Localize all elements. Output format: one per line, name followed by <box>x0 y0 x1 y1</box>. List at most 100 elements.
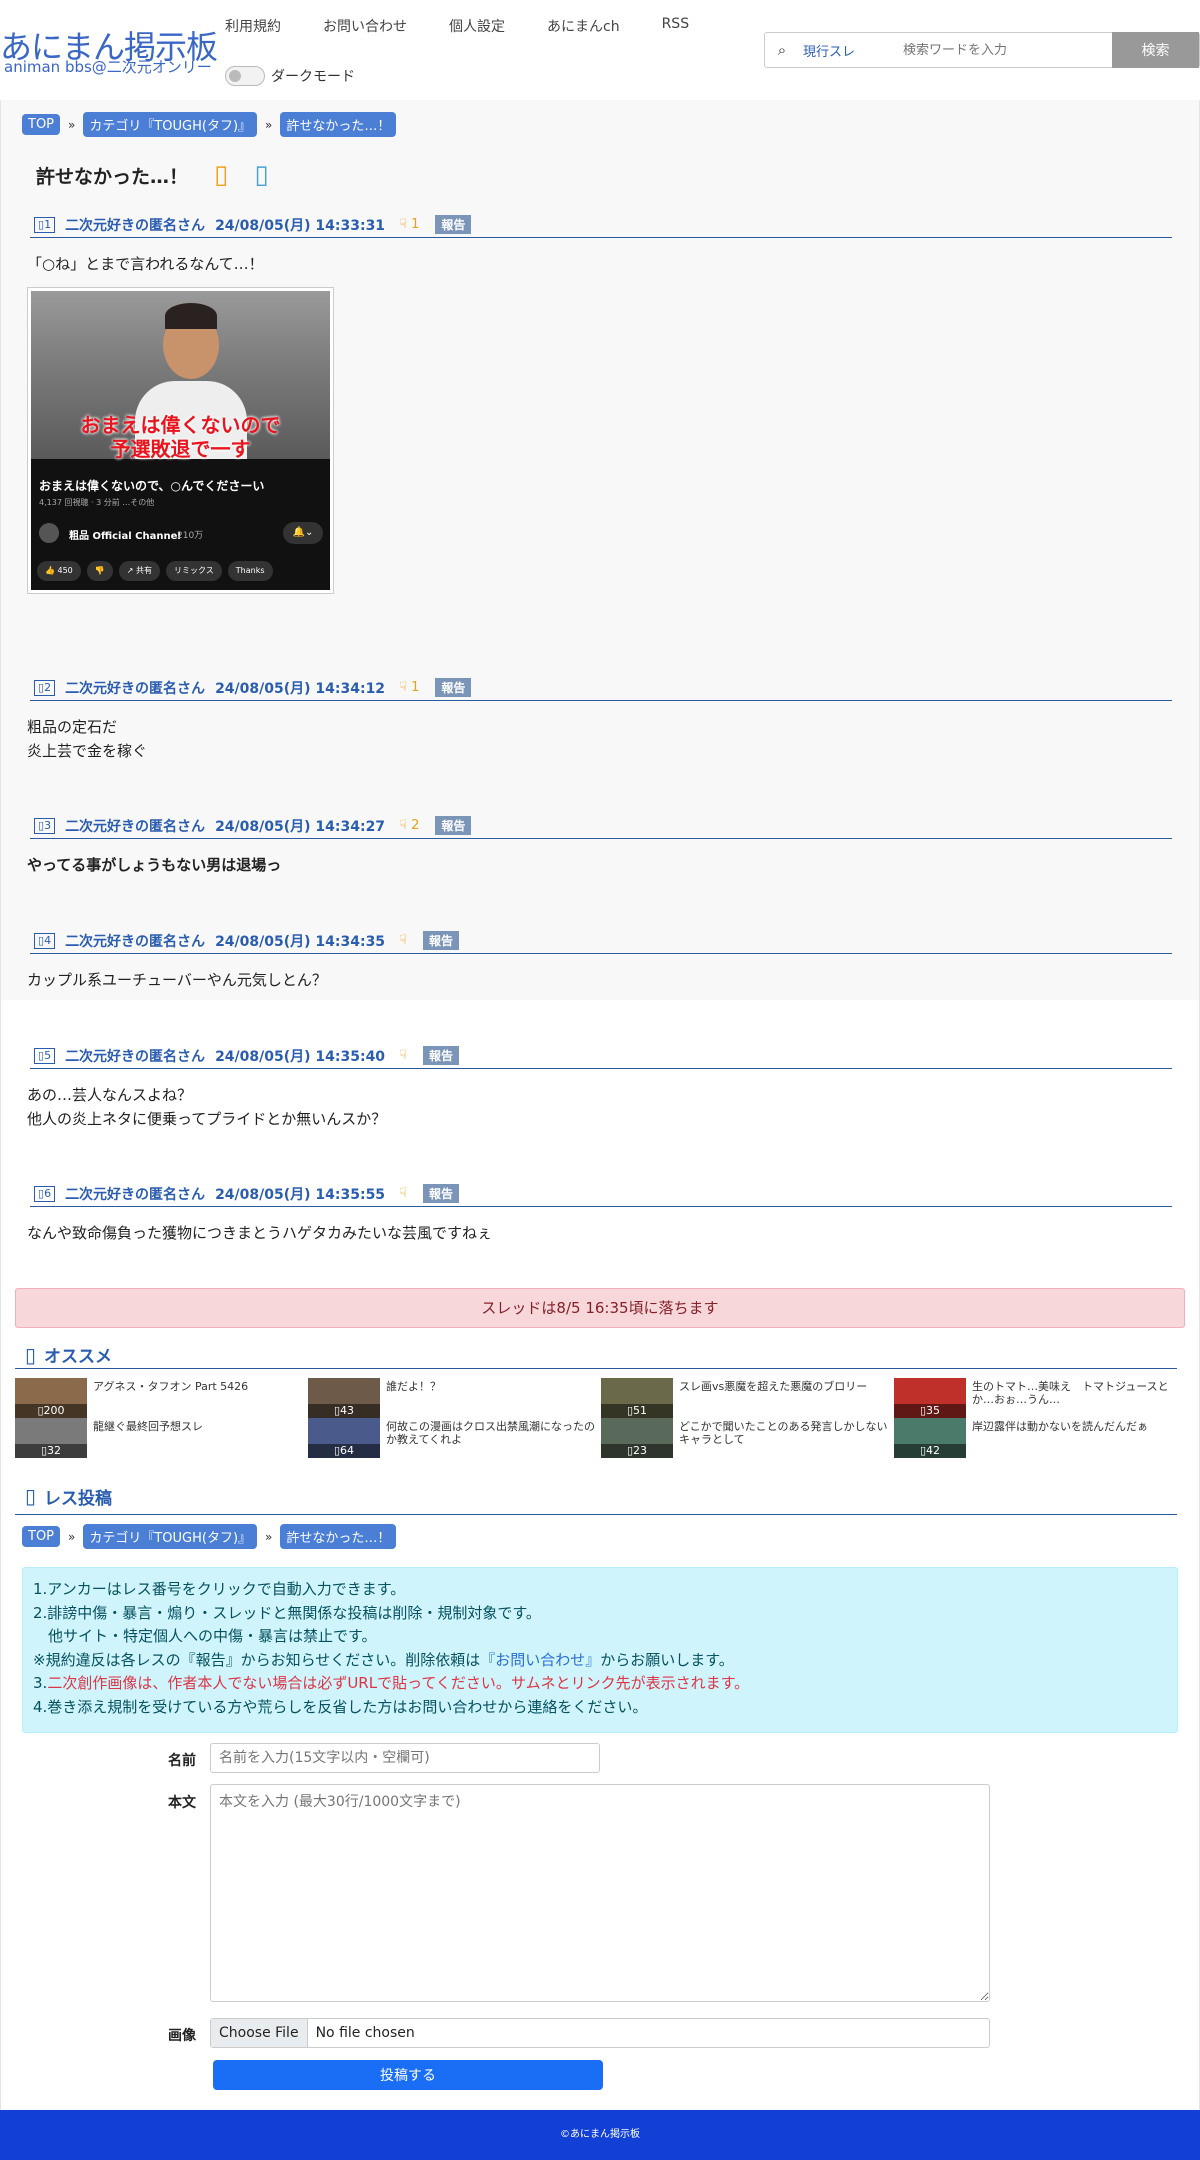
report-button[interactable]: 報告 <box>435 816 472 835</box>
image-file-input[interactable]: Choose File No file chosen <box>210 2018 990 2048</box>
share-icon[interactable]: ▯ <box>254 160 268 190</box>
nav-contact[interactable]: お問い合わせ <box>323 16 407 36</box>
breadcrumb: TOP » カテゴリ『TOUGH(タフ)』 » 許せなかった…！ <box>22 112 397 137</box>
good-button[interactable]: ☟ 1 <box>399 217 419 232</box>
post-image-thumbnail[interactable]: おまえは偉くないので 予選敗退で一す おまえは偉くないので、○んでくださーい 4… <box>27 287 334 594</box>
choose-file-button[interactable]: Choose File <box>211 2019 308 2047</box>
rule-text: 1.アンカーはレス番号をクリックで自動入力できます。 <box>33 1580 406 1598</box>
post-author: 二次元好きの匿名さん <box>65 217 206 234</box>
post-body-line: 炎上芸で金を稼ぐ <box>27 742 148 760</box>
dark-mode-toggle[interactable]: ダークモード <box>225 66 355 86</box>
post-number[interactable]: ▯2 <box>34 679 56 696</box>
breadcrumb-top[interactable]: TOP <box>22 1526 61 1547</box>
recommend-icon: ▯ <box>25 1342 37 1367</box>
breadcrumb-category[interactable]: カテゴリ『TOUGH(タフ)』 <box>83 112 258 137</box>
recommend-title: どこかで聞いたことのある発言しかしないキャラとして <box>679 1420 888 1446</box>
breadcrumb-bottom: TOP » カテゴリ『TOUGH(タフ)』 » 許せなかった…！ <box>22 1524 397 1549</box>
post-number[interactable]: ▯6 <box>34 1185 56 1202</box>
submit-button[interactable]: 投稿する <box>213 2060 603 2090</box>
post-body: 粗品の定石だ 炎上芸で金を稼ぐ <box>27 715 147 763</box>
nav-rss[interactable]: RSS <box>662 16 690 36</box>
report-button[interactable]: 報告 <box>422 1184 459 1203</box>
dark-mode-switch[interactable] <box>225 66 265 86</box>
good-button[interactable]: ☟ 1 <box>399 680 419 695</box>
thumbnail-like: 👍 450 <box>37 561 81 581</box>
recommend-item[interactable]: ▯35 生のトマト…美味え トマトジュースとか…おぉ…うん… <box>894 1378 1184 1418</box>
thumbnail-person-hair <box>165 303 217 329</box>
good-count: 1 <box>411 217 420 232</box>
recommend-title: スレ画vs悪魔を超えた悪魔のブロリー <box>679 1380 868 1393</box>
recommend-title: 龍継ぐ最終回予想スレ <box>93 1420 203 1433</box>
breadcrumb-separator: » <box>68 1529 76 1544</box>
recommend-count-value: 23 <box>633 1444 648 1457</box>
good-button[interactable]: ☟ <box>399 933 407 948</box>
good-button[interactable]: ☟ <box>399 1186 407 1201</box>
recommend-item[interactable]: ▯23 どこかで聞いたことのある発言しかしないキャラとして <box>601 1418 891 1458</box>
good-button[interactable]: ☟ <box>399 1048 407 1063</box>
contact-link[interactable]: 『お問い合わせ』 <box>480 1651 600 1669</box>
post-number[interactable]: ▯1 <box>34 216 56 233</box>
search-button[interactable]: 検索 <box>1112 32 1199 68</box>
post-number[interactable]: ▯5 <box>34 1047 56 1064</box>
file-name: No file chosen <box>315 2025 415 2041</box>
site-subtitle: animan bbs@二次元オンリー <box>4 58 212 76</box>
recommend-count: ▯51 <box>601 1404 673 1418</box>
search-bar: ⌕ 現行スレ 検索 <box>764 32 1200 68</box>
post-date: 24/08/05(月) 14:35:55 <box>215 1186 386 1203</box>
dark-mode-label: ダークモード <box>271 69 355 85</box>
nav-terms[interactable]: 利用規約 <box>225 16 281 36</box>
good-count: 1 <box>411 680 420 695</box>
post-author: 二次元好きの匿名さん <box>65 1048 206 1065</box>
recommend-count-value: 200 <box>43 1404 65 1417</box>
recommend-item[interactable]: ▯64 何故この漫画はクロス出禁風潮になったのか教えてくれよ <box>308 1418 598 1458</box>
thumbnail-caption-bottom: 予選敗退で一す <box>110 437 251 461</box>
good-hand-icon: ☟ <box>399 680 407 695</box>
rule-text: からお願いします。 <box>600 1650 734 1669</box>
recommend-count-value: 32 <box>47 1444 62 1457</box>
thumbnail-video-title: おまえは偉くないので、○んでくださーい <box>39 479 265 493</box>
report-button[interactable]: 報告 <box>435 678 472 697</box>
recommend-thumbnail: ▯23 <box>601 1418 673 1458</box>
recommend-item[interactable]: ▯200 アグネス・タフオン Part 5426 <box>15 1378 305 1418</box>
rule-line: 4.巻き添え規制を受けている方や荒らしを反省した方はお問い合わせから連絡をくださ… <box>33 1696 1167 1720</box>
breadcrumb-top[interactable]: TOP <box>22 114 61 135</box>
rule-text: 他サイト・特定個人への中傷・暴言は禁止です。 <box>33 1627 377 1645</box>
nav-settings[interactable]: 個人設定 <box>449 16 505 36</box>
recommend-thumbnail: ▯35 <box>894 1378 966 1418</box>
thumbnail-thanks: Thanks <box>227 561 273 581</box>
recommend-title: 生のトマト…美味え トマトジュースとか…おぉ…うん… <box>972 1380 1169 1406</box>
favorite-icon[interactable]: ▯ <box>214 160 228 190</box>
body-textarea[interactable] <box>210 1784 990 2002</box>
post-number-value: 5 <box>44 1048 52 1062</box>
breadcrumb-category[interactable]: カテゴリ『TOUGH(タフ)』 <box>83 1524 258 1549</box>
recommend-count: ▯64 <box>308 1444 380 1458</box>
post-number[interactable]: ▯4 <box>34 932 56 949</box>
thumbnail-action-buttons: 👍 450 👎 ↗ 共有 リミックス Thanks <box>37 561 279 581</box>
recommend-item[interactable]: ▯32 龍継ぐ最終回予想スレ <box>15 1418 305 1458</box>
recommend-item[interactable]: ▯42 岸辺露伴は動かないを読んだんだぁ <box>894 1418 1184 1458</box>
nav-animanch[interactable]: あにまんch <box>547 16 620 36</box>
recommend-title: アグネス・タフオン Part 5426 <box>93 1380 249 1393</box>
report-button[interactable]: 報告 <box>422 1046 459 1065</box>
recommend-title: オススメ <box>44 1347 113 1367</box>
recommend-count: ▯43 <box>308 1404 380 1418</box>
search-input[interactable] <box>903 42 1113 58</box>
search-scope-select[interactable]: 現行スレ <box>803 41 893 60</box>
good-hand-icon: ☟ <box>399 1186 407 1201</box>
name-input[interactable] <box>210 1743 600 1773</box>
post-body-line: 他人の炎上ネタに便乗ってプライドとか無いんスか？ <box>27 1110 387 1128</box>
report-button[interactable]: 報告 <box>422 931 459 950</box>
recommend-item[interactable]: ▯51 スレ画vs悪魔を超えた悪魔のブロリー <box>601 1378 891 1418</box>
recommend-title: 何故この漫画はクロス出禁風潮になったのか教えてくれよ <box>386 1420 595 1446</box>
thread-title: 許せなかった…！ <box>36 166 189 188</box>
breadcrumb-thread[interactable]: 許せなかった…！ <box>280 112 397 137</box>
thread-fall-notice: スレッドは8/5 16:35頃に落ちます <box>15 1288 1185 1328</box>
rule-text: 4.巻き添え規制を受けている方や荒らしを反省した方はお問い合わせから連絡をくださ… <box>33 1697 648 1716</box>
post-number[interactable]: ▯3 <box>34 817 56 834</box>
recommend-thumbnail: ▯43 <box>308 1378 380 1418</box>
breadcrumb-thread[interactable]: 許せなかった…！ <box>280 1524 397 1549</box>
post-body: カップル系ユーチューバーやん元気しとん？ <box>27 968 327 992</box>
good-button[interactable]: ☟ 2 <box>399 818 419 833</box>
report-button[interactable]: 報告 <box>435 215 472 234</box>
recommend-item[interactable]: ▯43 誰だよ！？ <box>308 1378 598 1418</box>
